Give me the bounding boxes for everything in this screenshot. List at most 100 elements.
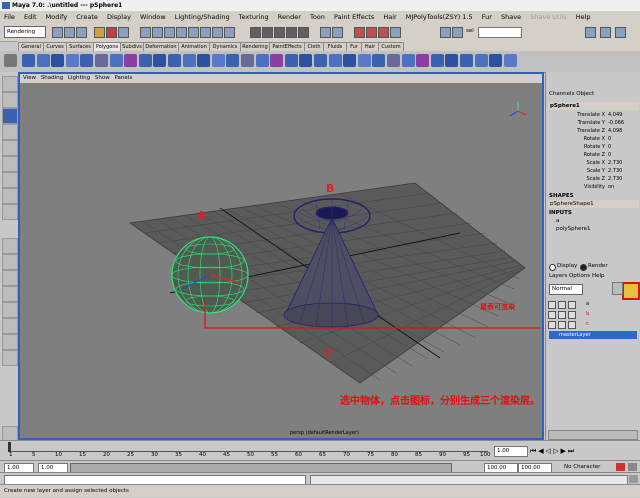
menu-help[interactable]: Help [576, 13, 591, 21]
shelf-tool-icon[interactable] [343, 54, 357, 67]
menu-window[interactable]: Window [140, 13, 166, 21]
shelf-tool-icon[interactable] [314, 54, 327, 67]
menu-toon[interactable]: Toon [310, 13, 325, 21]
character-set-dropdown[interactable]: No Character Set [564, 463, 610, 478]
move-tool-icon[interactable] [2, 108, 18, 124]
tab-object[interactable]: Object [576, 91, 594, 97]
attr-row[interactable]: Rotate Y0 [546, 144, 640, 151]
quick-select-field[interactable] [478, 27, 522, 38]
show-tool-settings-icon[interactable] [600, 27, 611, 38]
attr-row[interactable]: Translate Y -0.066 [546, 120, 640, 127]
render-globals-icon[interactable] [390, 27, 401, 38]
select-object-icon[interactable] [106, 27, 117, 38]
shelf-tool-icon[interactable] [22, 54, 35, 67]
menu-fur[interactable]: Fur [482, 13, 492, 21]
script-editor-icon[interactable] [629, 475, 638, 483]
scale-tool-icon[interactable] [2, 140, 18, 156]
menu-modify[interactable]: Modify [46, 13, 68, 21]
shelf-tool-icon[interactable] [387, 54, 400, 67]
object-name[interactable]: pSphere1 [548, 102, 639, 110]
animation-prefs-icon[interactable] [628, 463, 637, 471]
layout-side-icon[interactable] [2, 270, 18, 286]
attr-row[interactable]: Rotate X0 [546, 136, 640, 143]
new-scene-icon[interactable] [52, 27, 63, 38]
shelf-menu-icon[interactable] [4, 54, 17, 67]
auto-key-icon[interactable] [616, 463, 625, 471]
attr-row[interactable]: Rotate Z0 [546, 152, 640, 159]
layer-scrollbar[interactable] [548, 430, 638, 440]
soft-mod-tool-icon[interactable] [2, 172, 18, 188]
shelf-tool-icon[interactable] [401, 54, 415, 67]
mask-rendering-icon[interactable] [212, 27, 223, 38]
menu-mjpolytools[interactable]: MJPolyTools(ZSY) 1.5 [406, 13, 473, 21]
attr-row[interactable]: Translate Z 4.098 [546, 128, 640, 135]
tab-channels[interactable]: Channels [549, 91, 574, 97]
create-empty-layer-icon[interactable] [612, 282, 623, 295]
create-layer-icon[interactable] [622, 282, 640, 300]
layout-single-icon[interactable] [2, 238, 18, 254]
shelf-tool-icon[interactable] [80, 54, 94, 67]
render-radio[interactable] [580, 264, 587, 271]
attr-row[interactable]: Scale Z 2.730 [546, 176, 640, 183]
attr-row[interactable]: Visibility on [546, 184, 640, 191]
select-hierarchy-icon[interactable] [94, 27, 105, 38]
render-view-icon[interactable] [354, 27, 365, 38]
ipr-render-icon[interactable] [378, 27, 389, 38]
menu-hair[interactable]: Hair [383, 13, 396, 21]
perspective-viewport[interactable]: View Shading Lighting Show Panels A B C … [18, 72, 544, 440]
rotate-tool-icon[interactable] [2, 124, 18, 140]
input-output-icon[interactable] [320, 27, 331, 38]
shelf-tool-icon[interactable] [299, 54, 313, 67]
layout-graph-icon[interactable] [2, 318, 18, 334]
layer-row[interactable]: c [548, 320, 632, 329]
snap-point-icon[interactable] [274, 27, 285, 38]
mask-dynamics-icon[interactable] [200, 27, 211, 38]
select-component-icon[interactable] [118, 27, 129, 38]
menu-file[interactable]: File [4, 13, 15, 21]
layer-menu-layers[interactable]: Layers [549, 273, 567, 279]
shelf-tool-icon[interactable] [109, 54, 123, 67]
layer-row[interactable]: b [548, 310, 632, 319]
shelf-tool-icon[interactable] [255, 54, 269, 67]
open-scene-icon[interactable] [64, 27, 75, 38]
shelf-tool-icon[interactable] [226, 54, 240, 67]
layer-menu-options[interactable]: Options [569, 273, 590, 279]
mask-misc-icon[interactable] [224, 27, 235, 38]
shelf-tool-icon[interactable] [503, 54, 517, 67]
mask-curves-icon[interactable] [164, 27, 175, 38]
shelf-tool-icon[interactable] [445, 54, 459, 67]
lasso-tool-icon[interactable] [2, 92, 18, 108]
current-time-marker[interactable] [8, 442, 11, 452]
input-a[interactable]: a [556, 218, 559, 224]
shelf-tool-icon[interactable] [153, 54, 167, 67]
attr-row[interactable]: Scale X 2.730 [546, 160, 640, 167]
shelf-tool-icon[interactable] [51, 54, 65, 67]
shelf-tool-icon[interactable] [270, 54, 284, 67]
shelf-tool-icon[interactable] [474, 54, 488, 67]
mask-deformers-icon[interactable] [188, 27, 199, 38]
manipulator-tool-icon[interactable] [2, 156, 18, 172]
viewport-menu-lighting[interactable]: Lighting [68, 75, 90, 81]
time-slider[interactable]: 1 5 10 15 20 25 30 35 40 45 50 55 60 65 … [0, 440, 640, 461]
shelf-tool-icon[interactable] [124, 54, 138, 67]
layout-stack-icon[interactable] [2, 286, 18, 302]
layout-render-icon[interactable] [2, 350, 18, 366]
make-live-icon[interactable] [298, 27, 309, 38]
menu-lighting[interactable]: Lighting/Shading [175, 13, 230, 21]
last-tool-icon[interactable] [2, 204, 18, 220]
master-layer-row[interactable]: masterLayer [549, 331, 637, 339]
viewport-menu-shading[interactable]: Shading [41, 75, 63, 81]
select-tool-icon[interactable] [2, 76, 18, 92]
menu-texturing[interactable]: Texturing [239, 13, 269, 21]
shape-name[interactable]: pSphereShape1 [548, 200, 639, 208]
shelf-tool-icon[interactable] [211, 54, 225, 67]
attr-row[interactable]: Scale Y 2.730 [546, 168, 640, 175]
shelf-tool-icon[interactable] [36, 54, 50, 67]
layout-four-icon[interactable] [2, 254, 18, 270]
time-track[interactable] [8, 443, 488, 452]
menu-render[interactable]: Render [278, 13, 301, 21]
shelf-tool-icon[interactable] [460, 54, 473, 67]
render-frame-icon[interactable] [366, 27, 377, 38]
mask-handles-icon[interactable] [140, 27, 151, 38]
mask-surfaces-icon[interactable] [176, 27, 187, 38]
